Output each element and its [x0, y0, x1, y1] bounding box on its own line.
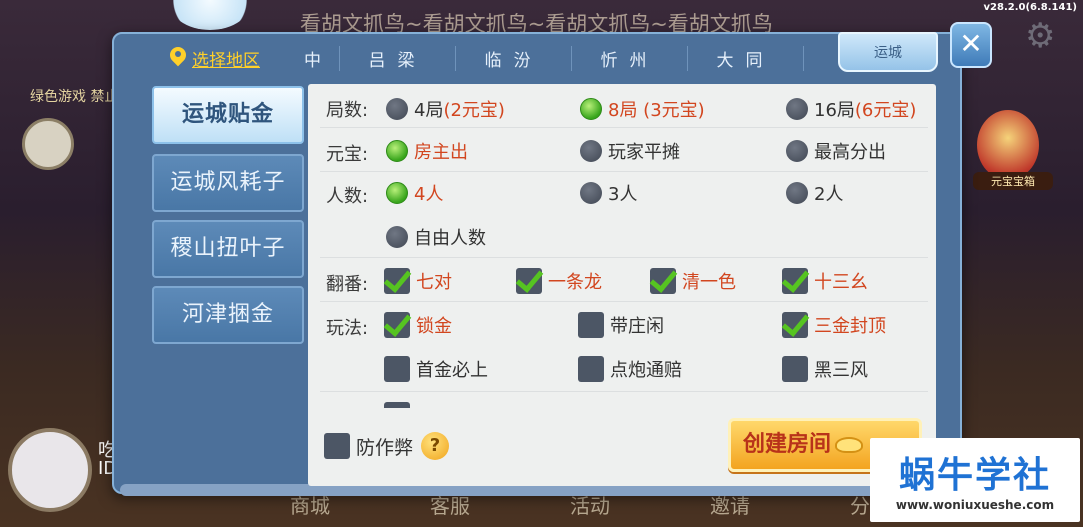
checkbox-icon — [782, 356, 808, 382]
ingot-owner-pays-option[interactable]: 房主出 — [386, 136, 468, 166]
checkbox-icon — [384, 402, 410, 408]
fan-row: 翻番: 七对 一条龙 清一色 十三幺 — [320, 260, 928, 302]
players-4-option[interactable]: 4人 — [386, 178, 443, 208]
fan-qidui-option[interactable]: 七对 — [384, 266, 452, 296]
fan-yitiaolong-option[interactable]: 一条龙 — [516, 266, 602, 296]
checkbox-checked-icon — [384, 268, 410, 294]
menu-jishan-niuyezi[interactable]: 稷山扭叶子 — [152, 220, 304, 278]
anti-cheat-label: 防作弊 — [356, 436, 414, 459]
checkbox-icon — [324, 433, 350, 459]
radio-icon — [580, 182, 602, 204]
green-game-notice: 绿色游戏 禁止 — [30, 89, 119, 105]
radio-icon — [786, 182, 808, 204]
stamp-icon — [22, 118, 74, 170]
watermark: 蜗牛学社 www.woniuxueshe.com — [870, 438, 1080, 522]
radio-icon — [786, 98, 808, 120]
create-room-label: 创建房间 — [743, 432, 832, 457]
version-label: v28.2.0(6.8.141) — [983, 2, 1077, 13]
rounds-4-option[interactable]: 4局 (2元宝) — [386, 94, 505, 124]
radio-icon — [580, 140, 602, 162]
rounds-16-option[interactable]: 16局 (6元宝) — [786, 94, 916, 124]
region-tab-datong[interactable]: 大同 — [688, 45, 804, 71]
play-dianpaotongpei-option[interactable]: 点炮通赔 — [578, 354, 682, 384]
fan-qingyise-option[interactable]: 清一色 — [650, 266, 736, 296]
checkbox-icon — [578, 356, 604, 382]
fortune-god-icon[interactable] — [977, 110, 1039, 180]
play-daizhuangxian-option[interactable]: 带庄闲 — [578, 310, 664, 340]
avatar[interactable] — [8, 428, 92, 512]
rounds-row: 局数: 4局 (2元宝) 8局 (3元宝) 16局 (6元宝) — [320, 90, 928, 128]
players-3-option[interactable]: 3人 — [580, 178, 637, 208]
moon-decoration — [168, 0, 252, 30]
menu-yuncheng-tiejin[interactable]: 运城贴金 — [152, 86, 304, 144]
region-tab-lvliang[interactable]: 吕梁 — [340, 45, 456, 71]
checkbox-icon — [384, 356, 410, 382]
radio-selected-icon — [386, 140, 408, 162]
checkbox-checked-icon — [782, 312, 808, 338]
region-tab-zhong[interactable]: 中 — [298, 45, 340, 71]
rounds-8-option[interactable]: 8局 (3元宝) — [580, 94, 705, 124]
ingot-chest-label: 元宝宝箱 — [973, 172, 1053, 190]
ingot-winner-pays-option[interactable]: 最高分出 — [786, 136, 886, 166]
radio-icon — [786, 140, 808, 162]
help-icon[interactable]: ? — [421, 432, 450, 460]
anti-cheat-option[interactable]: 防作弊 ? — [324, 432, 450, 460]
play-suojin-option[interactable]: 锁金 — [384, 310, 452, 340]
play-sanjinfengding-option[interactable]: 三金封顶 — [782, 310, 886, 340]
select-region-label: 选择地区 — [192, 50, 260, 71]
checkbox-icon — [578, 312, 604, 338]
region-tab-xinzhou[interactable]: 忻州 — [572, 45, 688, 71]
region-bar: 选择地区 中 吕梁 临汾 忻州 大同 — [148, 36, 938, 80]
watermark-url: www.woniuxueshe.com — [895, 498, 1055, 512]
play-heisanfeng-option[interactable]: 黑三风 — [782, 354, 868, 384]
fan-shisanyao-option[interactable]: 十三幺 — [782, 266, 868, 296]
watermark-title: 蜗牛学社 — [898, 455, 1051, 496]
menu-yuncheng-fenghaozi[interactable]: 运城风耗子 — [152, 154, 304, 212]
players-label: 人数: — [326, 186, 369, 207]
ingot-icon — [835, 437, 864, 453]
play-shoujinbishang-option[interactable]: 首金必上 — [384, 354, 488, 384]
fan-label: 翻番: — [326, 274, 369, 295]
radio-icon — [386, 98, 408, 120]
radio-selected-icon — [580, 98, 602, 120]
players-2-option[interactable]: 2人 — [786, 178, 843, 208]
ingot-row: 元宝: 房主出 玩家平摊 最高分出 — [320, 130, 928, 172]
ingot-split-option[interactable]: 玩家平摊 — [580, 136, 680, 166]
players-free-option[interactable]: 自由人数 — [386, 222, 486, 252]
select-region-link[interactable]: 选择地区 — [148, 46, 298, 71]
close-button[interactable]: ✕ — [950, 22, 992, 68]
play-row: 玩法: 锁金 带庄闲 三金封顶 首金必上 点炮通赔 黑三风 — [320, 304, 928, 392]
radio-selected-icon — [386, 182, 408, 204]
players-row: 人数: 4人 3人 2人 自由人数 — [320, 174, 928, 258]
menu-hejin-kunjin[interactable]: 河津捆金 — [152, 286, 304, 344]
ingot-label: 元宝: — [326, 144, 369, 165]
region-tab-yuncheng[interactable]: 运城 — [838, 32, 938, 72]
rounds-label: 局数: — [326, 100, 369, 121]
checkbox-checked-icon — [650, 268, 676, 294]
checkbox-checked-icon — [782, 268, 808, 294]
region-tab-linfen[interactable]: 临汾 — [456, 45, 572, 71]
checkbox-checked-icon — [516, 268, 542, 294]
checkbox-checked-icon — [384, 312, 410, 338]
play-label: 玩法: — [326, 318, 369, 339]
location-pin-icon — [170, 47, 186, 69]
radio-icon — [386, 226, 408, 248]
gear-icon[interactable]: ⚙ — [1025, 18, 1061, 54]
